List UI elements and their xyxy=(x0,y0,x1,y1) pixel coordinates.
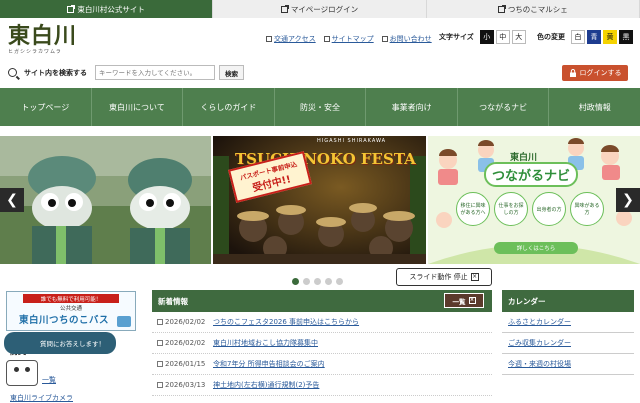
search-input[interactable] xyxy=(95,65,215,80)
slider-dot[interactable] xyxy=(325,278,332,285)
link-icon xyxy=(157,382,163,388)
navi-tag-shusshin: 出身者の方 xyxy=(532,192,566,226)
color-yellow-button[interactable]: 黄 xyxy=(603,30,617,44)
external-link-icon xyxy=(497,4,506,13)
navi-title: つながるナビ xyxy=(484,162,579,187)
color-switcher: 色の変更 白 青 黄 黒 xyxy=(537,30,633,44)
bus-banner-top: 誰でも無料で利用可能！ xyxy=(23,294,119,303)
navi-detail-button[interactable]: 詳しくはこちら xyxy=(494,242,578,254)
navi-tags: 移住に興味がある方へ 仕事をお探しの方 出身者の方 興味がある方 xyxy=(456,192,604,226)
color-blue-button[interactable]: 青 xyxy=(587,30,601,44)
tsunagaru-navi-banner[interactable]: 東白川 つながるナビ 移住に興味がある方へ 仕事をお探しの方 出身者の方 興味が… xyxy=(428,136,640,264)
garbage-calendar-link[interactable]: ごみ収集カレンダー xyxy=(502,333,634,354)
news-heading: 新着情報 xyxy=(158,296,188,306)
nav-about[interactable]: 東白川について xyxy=(92,88,184,126)
mascot-banner[interactable] xyxy=(0,136,211,264)
news-list-button[interactable]: 一覧 × xyxy=(444,293,484,308)
nav-tsunagaru-navi[interactable]: つながるナビ xyxy=(458,88,550,126)
link-icon xyxy=(266,36,272,42)
tsuchinoko-festa-banner[interactable]: HIGASHI SHIRAKAWA TSUCHINOKO FESTA パスポート… xyxy=(213,136,426,264)
login-button[interactable]: ログインする xyxy=(562,65,628,81)
navi-tag-shigoto: 仕事をお探しの方 xyxy=(494,192,528,226)
nav-village-admin[interactable]: 村政情報 xyxy=(549,88,640,126)
slide-stop-button[interactable]: スライド動作 停止 × xyxy=(396,268,492,286)
global-nav: トップページ 東白川について くらしのガイド 防災・安全 事業者向け つながるナ… xyxy=(0,88,640,126)
close-icon: × xyxy=(470,273,479,281)
news-header: 新着情報 一覧 × xyxy=(152,290,492,312)
hero-slider: HIGASHI SHIRAKAWA TSUCHINOKO FESTA パスポート… xyxy=(0,136,640,264)
close-icon: × xyxy=(468,297,476,304)
external-link-icon xyxy=(280,4,289,13)
news-item[interactable]: 2026/02/02 東白川村地域おこし協力隊募集中 xyxy=(152,333,492,354)
slider-dot[interactable] xyxy=(303,278,310,285)
left-column: 誰でも無料で利用可能！ 公共交通 東白川つちのこバス 防災 質問にお答えします！… xyxy=(0,290,140,403)
live-camera-link[interactable]: 東白川ライブカメラ xyxy=(10,393,73,403)
bus-banner-name: 東白川つちのこバス xyxy=(19,315,110,326)
mascot-photo xyxy=(0,136,211,264)
color-black-button[interactable]: 黒 xyxy=(619,30,633,44)
chatbot-icon[interactable] xyxy=(6,360,38,386)
site-logo[interactable]: 東白川 ヒガシシラカワムラ xyxy=(8,24,88,60)
news-item[interactable]: 2026/01/15 令和7年分 所得申告相談会のご案内 xyxy=(152,354,492,375)
external-link-icon xyxy=(67,4,76,13)
village-office-week-link[interactable]: 今週・来週の村役場 xyxy=(502,354,634,375)
chevron-left-icon: ❮ xyxy=(6,192,18,208)
nav-disaster-safety[interactable]: 防災・安全 xyxy=(275,88,367,126)
news-item[interactable]: 2026/02/02 つちのこフェスタ2026 事前申込はこちらから xyxy=(152,312,492,333)
slider-dot[interactable] xyxy=(314,278,321,285)
site-search: サイト内を検索する 検索 xyxy=(8,65,244,80)
tab-official-site[interactable]: 東白川村公式サイト xyxy=(0,0,214,18)
search-icon xyxy=(8,68,17,77)
header-links: 交通アクセス サイトマップ お問い合わせ xyxy=(266,34,432,44)
furusato-calendar-link[interactable]: ふるさとカレンダー xyxy=(502,312,634,333)
font-size-large-button[interactable]: 大 xyxy=(511,30,526,44)
header: 東白川 ヒガシシラカワムラ 交通アクセス サイトマップ お問い合わせ 文字サイズ… xyxy=(0,18,640,88)
search-button[interactable]: 検索 xyxy=(219,65,244,80)
tab-tsuchinoko-marche[interactable]: つちのこマルシェ xyxy=(426,0,640,18)
link-icon xyxy=(157,361,163,367)
news-item[interactable]: 2026/03/13 神土地内(左右横)通行規制(2)予告 xyxy=(152,375,492,396)
link-icon xyxy=(157,319,163,325)
search-label: サイト内を検索する xyxy=(24,68,87,77)
sitemap-link[interactable]: サイトマップ xyxy=(323,34,374,44)
nav-living-guide[interactable]: くらしのガイド xyxy=(183,88,275,126)
festa-top-text: HIGASHI SHIRAKAWA xyxy=(317,138,387,144)
nav-top[interactable]: トップページ xyxy=(0,88,92,126)
color-change-label: 色の変更 xyxy=(537,33,565,41)
slider-dot[interactable] xyxy=(292,278,299,285)
slider-next-button[interactable]: ❯ xyxy=(616,188,640,212)
link-icon xyxy=(157,340,163,346)
calendar-section: カレンダー ふるさとカレンダー ごみ収集カレンダー 今週・来週の村役場 xyxy=(502,290,634,400)
chat-bubble[interactable]: 質問にお答えします！ xyxy=(4,332,116,354)
slider-dot[interactable] xyxy=(336,278,343,285)
link-icon xyxy=(381,36,388,42)
font-size-small-button[interactable]: 小 xyxy=(479,30,494,44)
bus-banner-mid: 公共交通 xyxy=(59,306,82,312)
chevron-right-icon: ❯ xyxy=(622,192,634,208)
slider-prev-button[interactable]: ❮ xyxy=(0,188,24,212)
link-icon xyxy=(323,36,330,42)
access-link[interactable]: 交通アクセス xyxy=(266,34,316,44)
navi-tag-kyomi: 興味がある方 xyxy=(570,192,604,226)
font-size-medium-button[interactable]: 中 xyxy=(495,30,510,44)
font-size-switcher: 文字サイズ 小 中 大 xyxy=(439,30,526,44)
color-white-button[interactable]: 白 xyxy=(571,30,585,44)
bus-banner[interactable]: 誰でも無料で利用可能！ 公共交通 東白川つちのこバス xyxy=(6,291,136,331)
navi-tag-iju: 移住に興味がある方へ xyxy=(456,192,490,226)
tab-mypage-login[interactable]: マイページログイン xyxy=(213,0,427,18)
lock-icon xyxy=(569,69,576,77)
slider-dots xyxy=(292,278,343,285)
contact-link[interactable]: お問い合わせ xyxy=(381,34,432,44)
top-tabs: 東白川村公式サイト マイページログイン つちのこマルシェ xyxy=(0,0,640,18)
nav-business[interactable]: 事業者向け xyxy=(366,88,458,126)
news-section: 新着情報 一覧 × 2026/02/02 つちのこフェスタ2026 事前申込はこ… xyxy=(152,290,492,400)
font-size-label: 文字サイズ xyxy=(439,33,474,41)
left-menu-item[interactable]: 一覧 xyxy=(42,375,56,385)
calendar-heading: カレンダー xyxy=(502,290,634,312)
bus-icon xyxy=(117,316,131,327)
